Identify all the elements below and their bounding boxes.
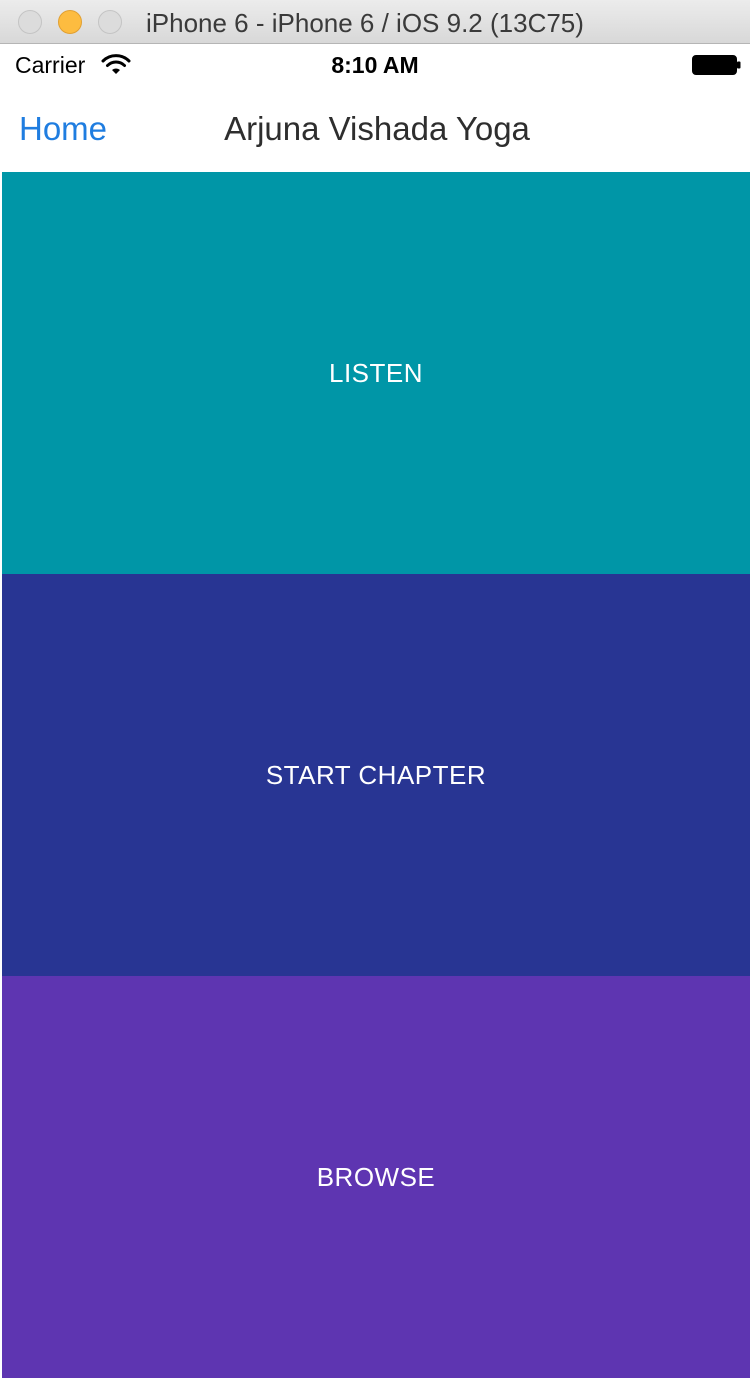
- browse-label: BROWSE: [316, 1161, 436, 1192]
- listen-label: LISTEN: [328, 357, 424, 388]
- status-time: 8:10 AM: [331, 52, 419, 78]
- navigation-bar: Home Arjuna Vishada Yoga: [0, 86, 750, 172]
- ios-status-bar: Carrier 8:10 AM: [0, 44, 750, 86]
- browse-button[interactable]: BROWSE: [2, 976, 750, 1378]
- close-window-button[interactable]: [18, 10, 42, 34]
- window-title-bar: iPhone 6 - iPhone 6 / iOS 9.2 (13C75): [0, 0, 750, 44]
- start-chapter-button[interactable]: START CHAPTER: [2, 574, 750, 976]
- simulator-window: iPhone 6 - iPhone 6 / iOS 9.2 (13C75) Ca…: [0, 0, 750, 1378]
- window-title: iPhone 6 - iPhone 6 / iOS 9.2 (13C75): [146, 8, 584, 38]
- start-chapter-label: START CHAPTER: [265, 759, 487, 790]
- minimize-window-button[interactable]: [58, 10, 82, 34]
- battery-icon: [692, 55, 741, 75]
- listen-button[interactable]: LISTEN: [2, 172, 750, 574]
- page-title: Arjuna Vishada Yoga: [224, 110, 530, 147]
- zoom-window-button[interactable]: [98, 10, 122, 34]
